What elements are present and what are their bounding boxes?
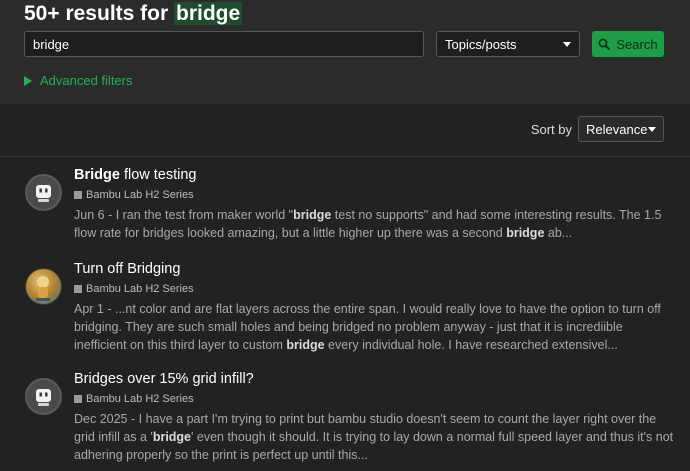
post-date: Jun 6 <box>74 208 105 222</box>
title-text: flow testing <box>119 167 197 183</box>
sort-controls: Sort by Relevance <box>531 116 664 142</box>
page-title: 50+ results for bridge <box>24 1 243 27</box>
excerpt-text: every individual hole. I have researched… <box>324 338 618 352</box>
excerpt-text: ab... <box>544 226 573 240</box>
user-avatar-robot[interactable] <box>25 378 62 415</box>
title-highlight: Bridge <box>74 167 120 183</box>
excerpt-highlight: bridge <box>506 226 545 240</box>
advanced-filters-label: Advanced filters <box>40 73 133 88</box>
search-button[interactable]: Search <box>592 31 664 57</box>
excerpt-text: - I ran the test from maker world " <box>104 208 294 222</box>
post-date: Apr 1 <box>74 302 104 316</box>
chevron-down-icon <box>648 126 656 132</box>
divider <box>0 156 690 157</box>
title-text: Turn off Bridging <box>74 261 181 277</box>
sort-label: Sort by <box>530 121 572 137</box>
chevron-down-icon <box>563 41 571 47</box>
excerpt-highlight: bridge <box>152 430 192 444</box>
result-excerpt: Apr 1 - ...nt color and are flat layers … <box>74 300 674 354</box>
title-text: Bridges over 15% grid infill? <box>74 371 254 387</box>
robot-icon <box>36 389 51 406</box>
excerpt-highlight: bridge <box>293 208 332 222</box>
results-count-text: 50+ results for <box>24 2 169 25</box>
category-badge[interactable]: Bambu Lab H2 Series <box>74 283 194 295</box>
search-input[interactable] <box>24 31 424 57</box>
category-square-icon <box>74 395 82 403</box>
category-name: Bambu Lab H2 Series <box>86 189 194 201</box>
search-type-dropdown[interactable]: Topics/posts <box>436 31 580 57</box>
user-avatar-photo[interactable] <box>25 268 62 305</box>
highlighted-search-term: bridge <box>174 2 243 25</box>
sort-value: Relevance <box>586 121 648 137</box>
category-badge[interactable]: Bambu Lab H2 Series <box>74 393 194 405</box>
category-square-icon <box>74 285 82 293</box>
search-button-label: Search <box>616 36 658 52</box>
robot-icon <box>36 185 51 202</box>
excerpt-highlight: bridge <box>286 338 325 352</box>
search-icon <box>598 38 611 50</box>
search-type-label: Topics/posts <box>445 36 517 52</box>
advanced-filters-toggle[interactable]: Advanced filters <box>24 73 133 88</box>
result-excerpt: Dec 2025 - I have a part I'm trying to p… <box>74 410 674 464</box>
post-date: Dec 2025 <box>74 412 128 426</box>
result-excerpt: Jun 6 - I ran the test from maker world … <box>74 206 674 242</box>
result-title-link[interactable]: Turn off Bridging <box>74 261 180 277</box>
search-header-panel: 50+ results for bridge Topics/posts Sear… <box>0 0 690 104</box>
figure-icon <box>36 276 50 301</box>
category-badge[interactable]: Bambu Lab H2 Series <box>74 189 194 201</box>
user-avatar-robot[interactable] <box>25 174 62 211</box>
sort-dropdown[interactable]: Relevance <box>578 116 664 142</box>
result-title-link[interactable]: Bridges over 15% grid infill? <box>74 371 254 387</box>
category-name: Bambu Lab H2 Series <box>86 393 194 405</box>
category-square-icon <box>74 191 82 199</box>
result-title-link[interactable]: Bridge flow testing <box>74 167 197 183</box>
caret-right-icon <box>24 75 32 86</box>
category-name: Bambu Lab H2 Series <box>86 283 194 295</box>
